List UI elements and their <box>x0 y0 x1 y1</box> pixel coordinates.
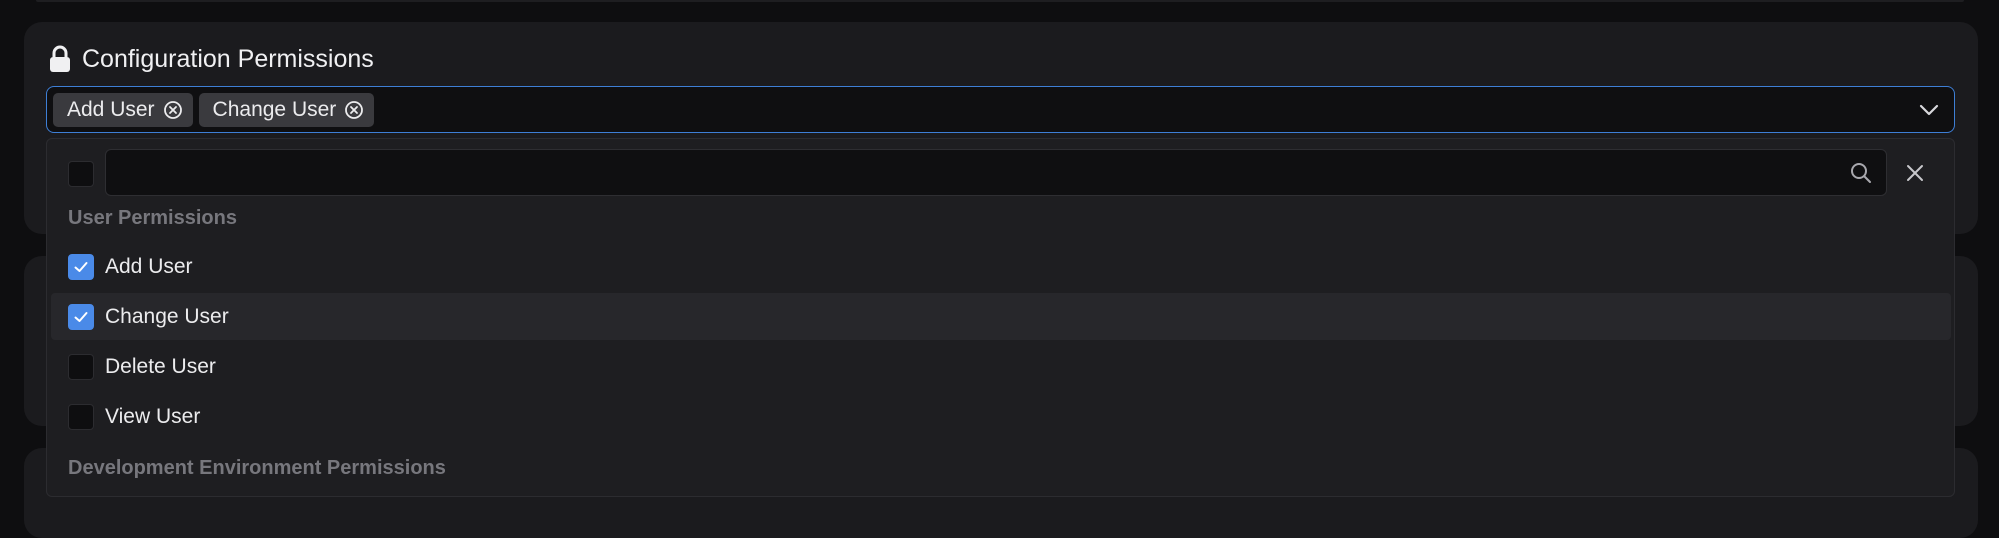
selected-tag-change-user: Change User <box>198 92 375 127</box>
option-delete-user[interactable]: Delete User <box>51 343 1951 390</box>
group-header-user-permissions: User Permissions <box>68 207 237 229</box>
permissions-dropdown: User Permissions Add User Change User De… <box>46 138 1955 497</box>
section-title: Configuration Permissions <box>48 42 374 76</box>
option-add-user[interactable]: Add User <box>51 243 1951 290</box>
checkbox[interactable] <box>68 353 94 380</box>
checkbox[interactable] <box>68 253 94 280</box>
checkbox[interactable] <box>68 303 94 330</box>
remove-tag-icon[interactable] <box>163 100 183 120</box>
permissions-multiselect[interactable]: Add User Change User <box>46 86 1955 133</box>
selected-tag-add-user: Add User <box>53 92 193 127</box>
checkmark-icon <box>74 311 88 322</box>
search-icon <box>1849 161 1873 185</box>
tag-label: Add User <box>67 97 155 121</box>
close-icon[interactable] <box>1905 163 1925 183</box>
option-label: Delete User <box>105 354 216 378</box>
remove-tag-icon[interactable] <box>344 100 364 120</box>
lock-icon <box>48 45 72 73</box>
search-input[interactable] <box>105 149 1887 196</box>
tag-label: Change User <box>212 97 337 121</box>
checkmark-icon <box>74 261 88 272</box>
previous-card-edge <box>36 0 1964 2</box>
section-title-text: Configuration Permissions <box>82 44 374 73</box>
checkbox[interactable] <box>68 403 94 430</box>
group-header-development-environment-permissions: Development Environment Permissions <box>68 457 446 479</box>
option-change-user[interactable]: Change User <box>51 293 1951 340</box>
select-all-checkbox[interactable] <box>68 161 94 187</box>
option-view-user[interactable]: View User <box>51 393 1951 440</box>
option-label: View User <box>105 404 201 428</box>
chevron-down-icon[interactable] <box>1918 100 1940 120</box>
option-label: Add User <box>105 254 193 278</box>
option-label: Change User <box>105 304 229 328</box>
